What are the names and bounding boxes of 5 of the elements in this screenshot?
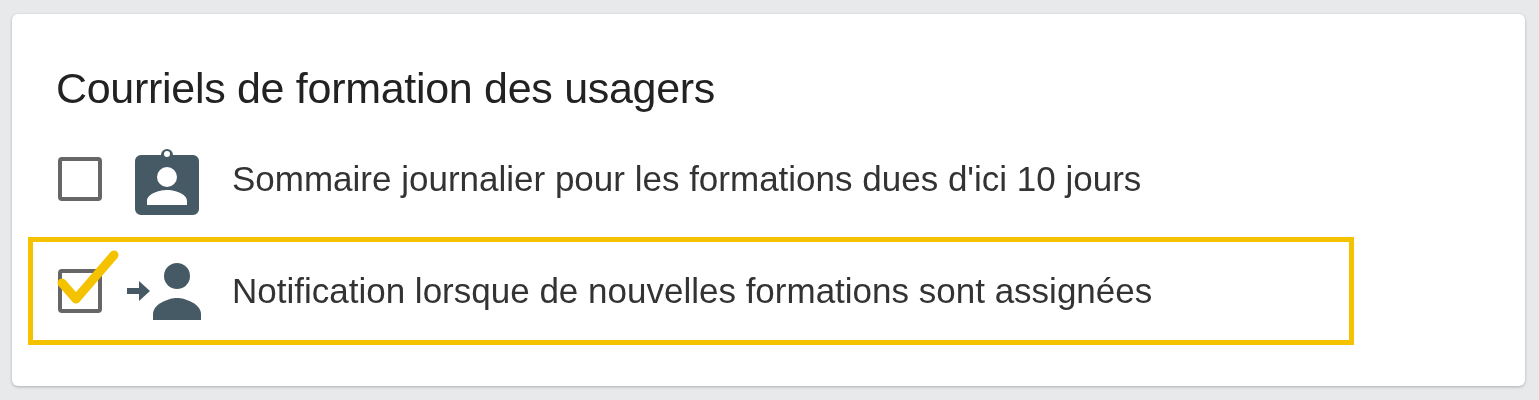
checkbox[interactable] bbox=[58, 269, 102, 313]
option-label: Notification lorsque de nouvelles formations sont assignées bbox=[232, 271, 1153, 311]
checkbox[interactable] bbox=[58, 157, 102, 201]
option-label: Sommaire journalier pour les formations dues d'ici 10 jours bbox=[232, 159, 1142, 199]
section-title: Courriels de formation des usagers bbox=[56, 64, 716, 113]
